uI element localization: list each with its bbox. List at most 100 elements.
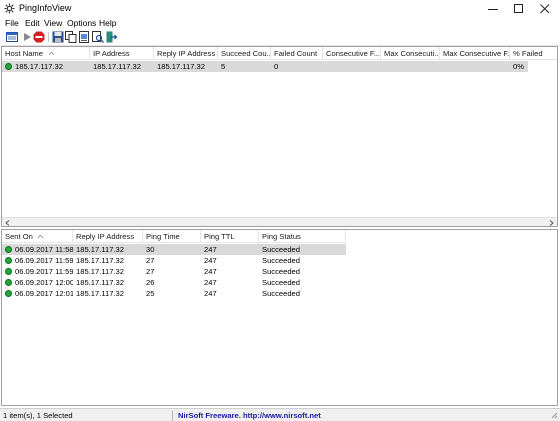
hosts-header: Host Name IP Address Reply IP Address Su… [2,47,557,60]
pct-failed-cell: 0% [513,62,524,71]
ping-ttl-cell: 247 [204,267,217,276]
col-consecutive-failed[interactable]: Consecutive F... [323,47,381,60]
ping-row[interactable]: 06.09.2017 12:01:... 185.17.117.32 25 24… [2,288,346,299]
find-icon[interactable] [92,31,104,43]
close-icon [540,3,550,13]
maximize-icon [514,3,523,13]
status-ok-icon [5,268,12,275]
menu-file[interactable]: File [5,18,19,28]
col-host-name[interactable]: Host Name [2,47,90,60]
horizontal-scrollbar[interactable] [2,217,557,226]
close-button[interactable] [532,0,558,17]
reply-ip-cell: 185.17.117.32 [76,289,124,298]
col-pct-failed[interactable]: % Failed [510,47,557,60]
status-ok-icon [5,246,12,253]
ip-address-cell: 185.17.117.32 [93,62,141,71]
col-max-consecutive-f[interactable]: Max Consecutive F... [440,47,510,60]
ping-time-cell: 25 [146,289,155,298]
maximize-button[interactable] [506,0,532,17]
col-succeed-count[interactable]: Succeed Cou... [218,47,271,60]
reply-ip-cell: 185.17.117.32 [76,267,124,276]
col-reply-ip-label: Reply IP Address [157,49,216,58]
menu-help[interactable]: Help [99,18,116,28]
ping-ttl-cell: 247 [204,278,217,287]
reply-ip-cell: 185.17.117.32 [76,245,124,254]
col-failed-count[interactable]: Failed Count [271,47,323,60]
menu-edit[interactable]: Edit [25,18,40,28]
reply-ip-cell: 185.17.117.32 [76,256,124,265]
ping-history-list[interactable]: Sent On Reply IP Address Ping Time Ping … [1,229,558,406]
menu-bar: File Edit View Options Help [0,17,560,29]
exit-icon[interactable] [105,31,117,43]
stop-icon[interactable] [33,31,45,43]
status-bar: 1 item(s), 1 Selected NirSoft Freeware. … [0,408,560,421]
col-ip-address-label: IP Address [93,49,130,58]
status-ok-icon [5,290,12,297]
sort-asc-icon [49,52,54,55]
reply-ip-cell: 185.17.117.32 [157,62,205,71]
col-failed-count-label: Failed Count [274,49,318,58]
html-report-icon[interactable] [78,31,90,43]
sent-on-cell: 06.09.2017 12:01:... [15,289,73,298]
scroll-right-button[interactable] [547,219,556,226]
save-icon[interactable] [52,31,64,43]
title-bar: PingInfoView [0,0,560,17]
col-pct-failed-label: % Failed [513,49,543,58]
nirsoft-link[interactable]: NirSoft Freeware. http://www.nirsoft.net [178,411,321,420]
sort-asc-icon [38,235,43,238]
menu-options[interactable]: Options [67,18,96,28]
ping-status-cell: Succeeded [262,256,300,265]
scroll-left-button[interactable] [3,219,12,226]
status-ok-icon [5,257,12,264]
properties-icon[interactable] [6,31,18,43]
chevron-left-icon [5,219,10,226]
sent-on-cell: 06.09.2017 11:59:... [15,267,73,276]
ping-status-cell: Succeeded [262,289,300,298]
col-max-consecutive-label: Max Consecuti... [384,49,440,58]
ping-ttl-cell: 247 [204,256,217,265]
minimize-icon [488,8,498,10]
window-title: PingInfoView [19,3,72,13]
col-ping-status[interactable]: Ping Status [259,230,346,243]
ping-ttl-cell: 247 [204,245,217,254]
minimize-button[interactable] [480,0,506,17]
menu-view[interactable]: View [44,18,62,28]
col-ping-ttl[interactable]: Ping TTL [201,230,259,243]
col-max-consecutive-f-label: Max Consecutive F... [443,49,510,58]
hosts-list[interactable]: Host Name IP Address Reply IP Address Su… [1,46,558,227]
ping-status-cell: Succeeded [262,278,300,287]
col-ping-reply-ip[interactable]: Reply IP Address [73,230,143,243]
ping-row[interactable]: 06.09.2017 12:00:... 185.17.117.32 26 24… [2,277,346,288]
status-ok-icon [5,63,12,70]
host-row[interactable]: 185.17.117.32 185.17.117.32 185.17.117.3… [2,61,528,72]
col-ping-status-label: Ping Status [262,232,301,241]
succeed-count-cell: 5 [221,62,226,71]
col-succeed-count-label: Succeed Cou... [221,49,271,58]
col-max-consecutive[interactable]: Max Consecuti... [381,47,440,60]
status-ok-icon [5,279,12,286]
ping-row[interactable]: 06.09.2017 11:59:... 185.17.117.32 27 24… [2,255,346,266]
reply-ip-cell: 185.17.117.32 [76,278,124,287]
col-ping-time-label: Ping Time [146,232,180,241]
ping-row[interactable]: 06.09.2017 11:59:... 185.17.117.32 27 24… [2,266,346,277]
pings-header: Sent On Reply IP Address Ping Time Ping … [2,230,346,243]
col-reply-ip[interactable]: Reply IP Address [154,47,218,60]
start-icon[interactable] [21,31,33,43]
resize-grip-icon[interactable] [550,411,558,419]
col-ip-address[interactable]: IP Address [90,47,154,60]
ping-time-cell: 27 [146,267,155,276]
chevron-right-icon [549,219,554,226]
sent-on-cell: 06.09.2017 11:58:... [15,245,73,254]
col-ping-ttl-label: Ping TTL [204,232,235,241]
toolbar [0,29,560,46]
col-ping-time[interactable]: Ping Time [143,230,201,243]
ping-row[interactable]: 06.09.2017 11:58:... 185.17.117.32 30 24… [2,244,346,255]
sent-on-cell: 06.09.2017 12:00:... [15,278,73,287]
col-consecutive-failed-label: Consecutive F... [326,49,381,58]
failed-count-cell: 0 [274,62,279,71]
ping-status-cell: Succeeded [262,245,300,254]
sent-on-cell: 06.09.2017 11:59:... [15,256,73,265]
copy-icon[interactable] [65,31,77,43]
ping-status-cell: Succeeded [262,267,300,276]
toolbar-separator [48,32,49,42]
